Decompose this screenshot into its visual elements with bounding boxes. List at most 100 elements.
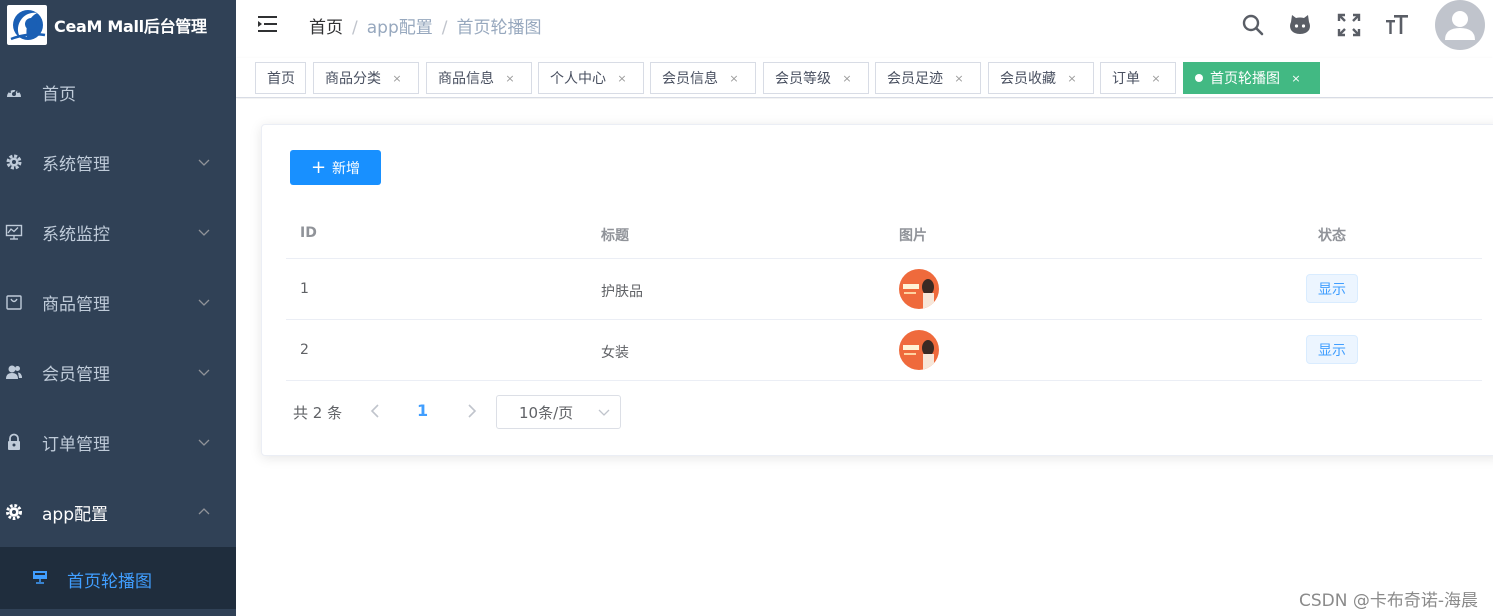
breadcrumb-home[interactable]: 首页 [309,18,343,38]
chevron-down-icon [598,409,610,416]
page-number-current[interactable]: 1 [417,401,428,420]
tag-banner-active[interactable]: 首页轮播图 × [1183,62,1320,94]
sidebar-item-label: 首页 [42,84,76,105]
tag-goods-category[interactable]: 商品分类 × [313,62,419,94]
breadcrumb-current: 首页轮播图 [456,18,542,38]
active-dot-icon [1195,74,1203,82]
cell-title: 女装 [601,345,629,361]
peoples-icon [6,365,22,379]
sidebar-item-label: 订单管理 [42,434,110,455]
column-header-status: 状态 [1318,228,1346,244]
search-icon[interactable] [1240,12,1266,38]
github-icon[interactable] [1287,12,1313,38]
tags-view: 首页 商品分类 × 商品信息 × 个人中心 × 会员信息 × 会员等级 × 会员足迹 × 会… [236,58,1493,98]
close-icon[interactable]: × [391,72,403,85]
fullscreen-icon[interactable] [1336,12,1362,38]
logo[interactable]: CeaM Mall后台管理 [0,0,236,50]
breadcrumb-separator: / [441,18,448,38]
prev-page-icon[interactable] [368,402,382,420]
breadcrumb: 首页 / app配置 / 首页轮播图 [309,13,541,38]
tag-label: 首页 [267,71,295,87]
sidebar-item-goods[interactable]: 商品管理 [0,274,236,330]
lock-icon [8,433,20,450]
table-divider [286,258,1482,259]
user-avatar-icon [1445,11,1475,40]
table-divider [286,319,1482,320]
chevron-down-icon [198,229,210,236]
sidebar-item-label: 系统管理 [42,154,110,175]
close-icon[interactable]: × [728,72,740,85]
sidebar-item-label: 商品管理 [42,294,110,315]
hamburger-icon[interactable] [257,14,279,34]
next-page-icon[interactable] [465,402,479,420]
page-size-value: 10条/页 [519,403,574,422]
tag-member-info[interactable]: 会员信息 × [650,62,756,94]
tag-label: 个人中心 [550,71,606,87]
content-card: + 新增 ID 标题 图片 状态 1 护肤品 显示 2 女装 显示 共 2 条 … [261,124,1493,456]
breadcrumb-separator: / [352,18,358,38]
sidebar-item-members[interactable]: 会员管理 [0,344,236,400]
avatar[interactable] [1435,0,1485,50]
sidebar-item-app-config[interactable]: app配置 [0,484,236,540]
watermark: CSDN @卡布奇诺-海晨 [1298,591,1478,611]
pagination-total: 共 2 条 [293,404,343,422]
tag-label: 商品信息 [438,71,494,87]
column-header-image: 图片 [899,228,927,244]
page-size-select[interactable]: 10条/页 [496,395,621,429]
sidebar-item-home[interactable]: 首页 [0,64,236,120]
close-icon[interactable]: × [1150,72,1162,85]
banner-thumbnail[interactable] [899,330,939,370]
tag-goods-info[interactable]: 商品信息 × [426,62,532,94]
tag-personal-center[interactable]: 个人中心 × [538,62,644,94]
chevron-down-icon [198,439,210,446]
add-button[interactable]: + 新增 [290,150,381,185]
tag-home[interactable]: 首页 [255,62,306,94]
banner-image [899,269,939,309]
breadcrumb-app-config[interactable]: app配置 [367,18,433,38]
monitor-icon [5,224,23,240]
navbar: 首页 / app配置 / 首页轮播图 [236,0,1493,50]
tag-label: 会员收藏 [1000,71,1056,87]
table-divider [286,380,1482,381]
tag-label: 订单 [1112,71,1140,87]
chevron-down-icon [198,299,210,306]
sidebar-item-monitor[interactable]: 系统监控 [0,204,236,260]
close-icon[interactable]: × [616,72,628,85]
close-icon[interactable]: × [953,72,965,85]
logo-image [7,5,47,45]
plus-icon: + [310,156,327,178]
tag-label: 首页轮播图 [1210,71,1280,87]
font-size-icon[interactable] [1384,12,1410,38]
tag-member-favorites[interactable]: 会员收藏 × [988,62,1094,94]
close-icon[interactable]: × [504,72,516,85]
close-icon[interactable]: × [841,72,853,85]
chevron-up-icon [198,508,210,515]
sidebar-subitem-banner[interactable]: 首页轮播图 [0,547,236,609]
cell-title: 护肤品 [601,284,643,300]
sidebar: CeaM Mall后台管理 首页 系统管理 系统监控 商品管理 会员管理 订单管… [0,0,236,616]
shopping-icon [6,295,22,310]
sidebar-item-system[interactable]: 系统管理 [0,134,236,190]
close-icon[interactable]: × [1290,72,1302,85]
sidebar-item-label: 会员管理 [42,364,110,385]
status-badge: 显示 [1306,274,1358,303]
banner-thumbnail[interactable] [899,269,939,309]
tag-member-footprint[interactable]: 会员足迹 × [875,62,981,94]
close-icon[interactable]: × [1066,72,1078,85]
chevron-down-icon [198,369,210,376]
cell-id: 2 [300,342,309,358]
add-button-label: 新增 [332,160,361,177]
sidebar-item-orders[interactable]: 订单管理 [0,414,236,470]
dashboard-icon [7,88,21,97]
gear-icon [6,154,22,170]
tag-member-level[interactable]: 会员等级 × [763,62,869,94]
settings-icon [6,504,22,520]
slideshow-icon [33,571,47,584]
sidebar-subitem-label: 首页轮播图 [67,572,152,592]
column-header-id: ID [300,225,317,241]
sidebar-item-label: 系统监控 [42,224,110,245]
tag-orders[interactable]: 订单 × [1100,62,1176,94]
column-header-title: 标题 [601,228,629,244]
cell-id: 1 [300,281,309,297]
tag-label: 会员等级 [775,71,831,87]
